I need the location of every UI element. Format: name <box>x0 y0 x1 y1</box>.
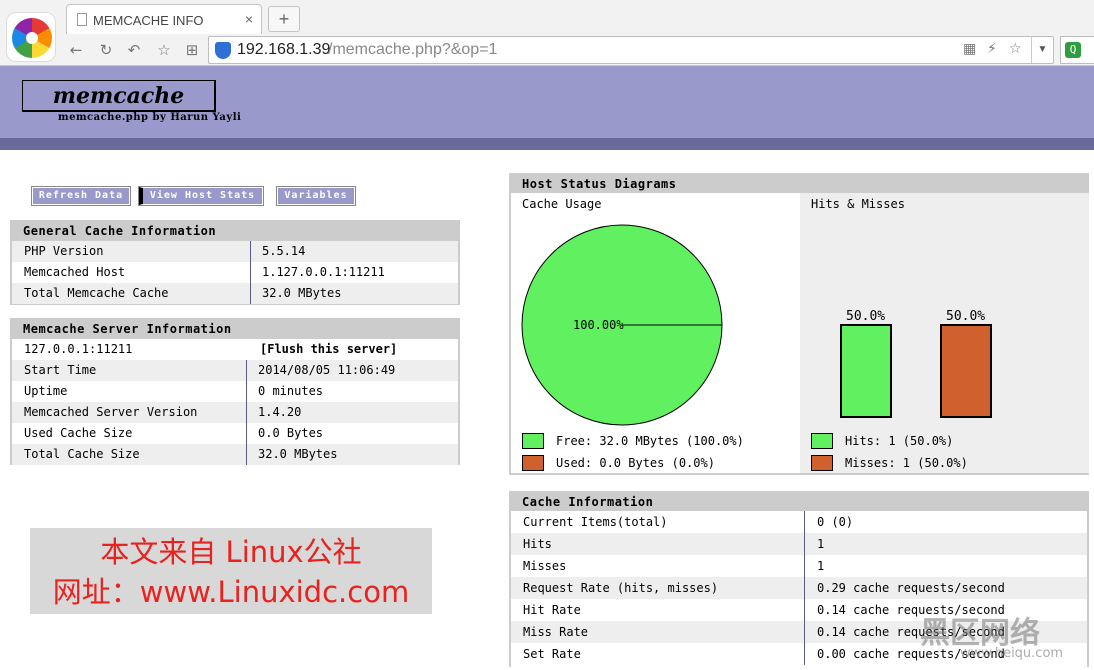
pie-data-label: 100.00% <box>573 318 624 332</box>
row-value: 1 <box>817 537 825 551</box>
close-icon[interactable]: × <box>245 11 253 27</box>
legend-used-text: Used: 0.0 Bytes (0.0%) <box>556 456 715 470</box>
hits-misses-label: Hits & Misses <box>811 197 905 211</box>
general-cache-title: General Cache Information <box>12 222 458 241</box>
legend-swatch-used <box>522 455 544 471</box>
browser-tab[interactable]: MEMCACHE INFO × <box>66 4 262 34</box>
row-value: 1 <box>817 559 825 573</box>
shield-icon <box>215 42 231 59</box>
row-key: Hits <box>523 537 552 551</box>
row-key: Total Cache Size <box>24 447 140 461</box>
table-row: Total Memcache Cache 32.0 MBytes <box>12 283 458 304</box>
legend-swatch-hits <box>811 433 833 449</box>
row-key: Misses <box>523 559 567 573</box>
host-status-diagrams: Host Status Diagrams Cache Usage 100.00%… <box>509 173 1089 475</box>
row-key: Memcached Host <box>24 265 126 279</box>
bookmark-star-icon[interactable]: ☆ <box>1009 41 1022 57</box>
chevron-down-icon[interactable]: ▼ <box>1031 37 1053 63</box>
row-value: 32.0 MBytes <box>258 447 338 461</box>
row-key: Request Rate (hits, misses) <box>523 581 719 595</box>
cache-usage-label: Cache Usage <box>522 197 602 211</box>
table-row: Request Rate (hits, misses) 0.29 cache re… <box>511 577 1087 599</box>
bar-misses <box>940 324 992 418</box>
server-info-title: Memcache Server Information <box>12 320 458 339</box>
watermark-line-1: 本文来自 Linux公社 <box>100 535 362 569</box>
browser-logo-icon[interactable] <box>6 12 56 62</box>
bar-hits <box>840 324 892 418</box>
hits-misses-bar-chart: 50.0% 50.0% <box>840 309 992 418</box>
table-row: Memcached Host 1.127.0.0.1:11211 <box>12 262 458 283</box>
row-key: Total Memcache Cache <box>24 286 169 300</box>
row-key: Start Time <box>24 363 97 377</box>
row-key: Uptime <box>24 384 68 398</box>
row-value: 5.5.14 <box>262 244 306 258</box>
server-info-panel: Memcache Server Information 127.0.0.1:11… <box>10 318 460 465</box>
row-key: Set Rate <box>523 647 581 661</box>
row-key: Miss Rate <box>523 625 589 639</box>
url-host: 192.168.1.39 <box>237 41 331 58</box>
table-row: Total Cache Size 32.0 MBytes <box>12 444 458 465</box>
row-value: 1.4.20 <box>258 405 302 419</box>
url-path: /memcache.php?&op=1 <box>328 41 498 58</box>
row-value: 32.0 MBytes <box>262 286 342 300</box>
site-watermark-url: www.heiqu.com <box>960 646 1064 661</box>
table-row: PHP Version 5.5.14 <box>12 241 458 262</box>
general-cache-panel: General Cache Information PHP Version 5.… <box>10 220 460 305</box>
lightning-icon[interactable]: ⚡ <box>987 41 997 57</box>
refresh-data-button[interactable]: Refresh Data <box>31 186 131 206</box>
star-icon[interactable]: ☆ <box>154 40 174 60</box>
table-row: Start Time 2014/08/05 11:06:49 <box>12 360 458 381</box>
row-key: Current Items(total) <box>523 515 668 529</box>
reload-icon[interactable]: ↻ <box>96 40 116 60</box>
legend-free-text: Free: 32.0 MBytes (100.0%) <box>556 434 744 448</box>
bar-value-label: 50.0% <box>946 309 985 324</box>
view-host-stats-button[interactable]: View Host Stats <box>138 186 264 206</box>
row-value: 0 minutes <box>258 384 324 398</box>
watermark-line-2: 网址：www.Linuxidc.com <box>52 575 410 609</box>
new-tab-button[interactable]: + <box>268 6 300 32</box>
cache-info-title: Cache Information <box>511 493 1087 511</box>
legend-swatch-free <box>522 433 544 449</box>
table-row: Hits 1 <box>511 533 1087 555</box>
row-value: 0.0 Bytes <box>258 426 324 440</box>
diagrams-title: Host Status Diagrams <box>511 175 1087 193</box>
header-divider <box>0 138 1094 150</box>
row-key: Hit Rate <box>523 603 581 617</box>
qr-icon[interactable]: ▦ <box>963 41 976 57</box>
undo-icon[interactable]: ↶ <box>124 40 144 60</box>
table-row: 127.0.0.1:11211 [Flush this server] <box>12 339 458 360</box>
cache-usage-pie-chart: 100.00% <box>521 224 723 426</box>
row-value: 2014/08/05 11:06:49 <box>258 363 396 377</box>
bar-value-label: 50.0% <box>846 309 885 324</box>
row-value: 0 (0) <box>817 515 854 529</box>
search-box[interactable]: Q <box>1060 36 1094 64</box>
grid-icon[interactable]: ⊞ <box>182 40 202 60</box>
row-value: 1.127.0.0.1:11211 <box>262 265 385 279</box>
flush-server-link[interactable]: [Flush this server] <box>260 339 397 360</box>
hits-misses-area: Hits & Misses 50.0% 50.0% Hits: 1 (50.0%)… <box>800 193 1089 473</box>
legend-hits-text: Hits: 1 (50.0%) <box>845 434 954 448</box>
page-title: memcache <box>22 80 216 112</box>
address-bar[interactable]: 192.168.1.39 /memcache.php?&op=1 ▦ ⚡ ☆ ▼ <box>208 36 1054 64</box>
row-key: Used Cache Size <box>24 426 133 440</box>
table-row: Uptime 0 minutes <box>12 381 458 402</box>
table-row: Memcached Server Version 1.4.20 <box>12 402 458 423</box>
search-engine-icon: Q <box>1065 42 1081 58</box>
watermark-banner: 本文来自 Linux公社 网址：www.Linuxidc.com <box>30 528 432 614</box>
page-subtitle: memcache.php by Harun Yayli <box>58 112 242 123</box>
cache-usage-area: Cache Usage 100.00% Free: 32.0 MBytes (1… <box>511 193 799 473</box>
tab-title: MEMCACHE INFO <box>93 13 204 28</box>
variables-button[interactable]: Variables <box>276 186 356 206</box>
server-address: 127.0.0.1:11211 <box>24 342 133 356</box>
back-icon[interactable]: ← <box>66 40 86 60</box>
row-key: Memcached Server Version <box>24 405 198 419</box>
table-row: Current Items(total) 0 (0) <box>511 511 1087 533</box>
legend-misses-text: Misses: 1 (50.0%) <box>845 456 968 470</box>
page-icon <box>77 13 87 26</box>
row-key: PHP Version <box>24 244 104 258</box>
table-row: Misses 1 <box>511 555 1087 577</box>
table-row: Used Cache Size 0.0 Bytes <box>12 423 458 444</box>
row-value: 0.29 cache requests/second <box>817 581 1005 595</box>
legend-swatch-misses <box>811 455 833 471</box>
